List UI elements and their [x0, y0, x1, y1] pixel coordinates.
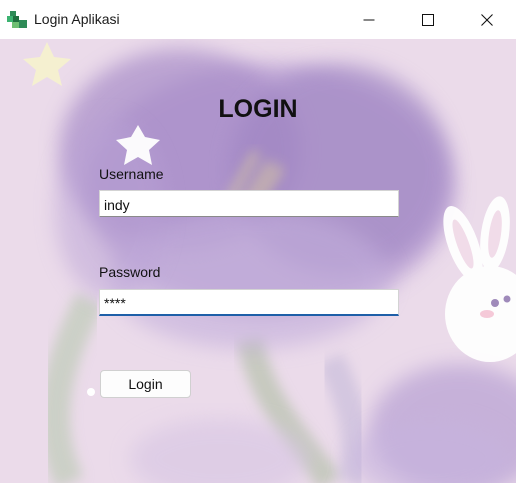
title-bar[interactable]: Login Aplikasi: [0, 0, 516, 39]
minimize-icon[interactable]: [346, 0, 392, 39]
login-panel: LOGIN Username Password Login: [0, 39, 516, 483]
login-heading: LOGIN: [218, 95, 298, 123]
maximize-icon[interactable]: [405, 0, 451, 39]
password-field[interactable]: [99, 289, 399, 316]
username-label: Username: [99, 166, 164, 182]
close-icon[interactable]: [464, 0, 510, 39]
login-button[interactable]: Login: [100, 370, 191, 398]
password-label: Password: [99, 264, 161, 280]
login-window: Login Aplikasi LOGIN Username indy Passw…: [0, 0, 516, 483]
app-icon: [7, 10, 29, 30]
username-field[interactable]: [99, 190, 399, 217]
window-title: Login Aplikasi: [34, 11, 120, 27]
